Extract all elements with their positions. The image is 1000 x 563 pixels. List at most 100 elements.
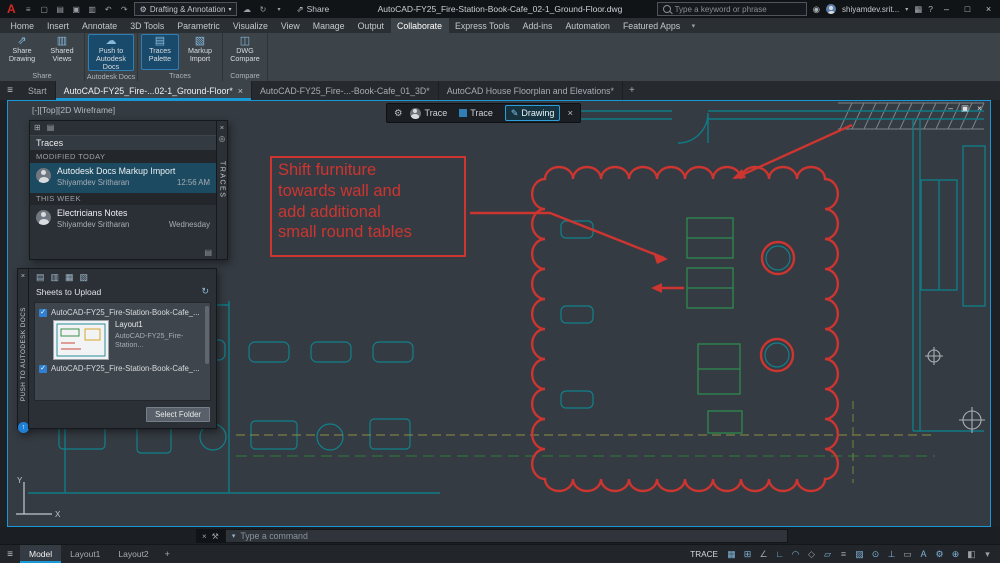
share-drawing-button[interactable]: ⇗ Share Drawing bbox=[3, 34, 41, 70]
traces-grid-view-icon[interactable]: ⊞ bbox=[34, 123, 41, 135]
tab-view[interactable]: View bbox=[274, 18, 306, 33]
dynamic-ucs-icon[interactable]: ⊥ bbox=[884, 549, 899, 560]
cloud-icon[interactable]: ☁ bbox=[240, 5, 253, 14]
help-icon[interactable]: ? bbox=[928, 4, 933, 14]
layout-thumbnail-row[interactable]: Layout1 AutoCAD-FY25_Fire-Station... bbox=[53, 320, 201, 360]
qat-caret-icon[interactable]: ▾ bbox=[272, 6, 285, 13]
tab-insert[interactable]: Insert bbox=[40, 18, 75, 33]
command-wrench-icon[interactable]: ⚒ bbox=[212, 532, 219, 541]
open-file-icon[interactable]: ▤ bbox=[54, 5, 67, 14]
redo-icon[interactable]: ↷ bbox=[118, 5, 131, 14]
snap-icon[interactable]: ⊞ bbox=[740, 549, 755, 560]
lineweight-icon[interactable]: ≡ bbox=[836, 549, 851, 559]
graphics-performance-icon[interactable]: ◧ bbox=[964, 549, 979, 560]
push-folder-icon[interactable]: ▦ bbox=[65, 272, 74, 283]
sheets-list-scrollbar[interactable] bbox=[205, 306, 209, 364]
traces-list-view-icon[interactable]: ▤ bbox=[47, 123, 55, 135]
tab-home[interactable]: Home bbox=[4, 18, 40, 33]
tab-add-ins[interactable]: Add-ins bbox=[516, 18, 559, 33]
autocad-logo-icon[interactable]: A bbox=[4, 0, 19, 18]
file-tab-cafe-3d[interactable]: AutoCAD-FY25_Fire-...-Book-Cafe_01_3D* bbox=[252, 81, 439, 100]
push-settings-icon[interactable]: ▧ bbox=[80, 272, 89, 283]
viewport-controls[interactable]: [-][Top][2D Wireframe] bbox=[32, 105, 115, 115]
transparency-icon[interactable]: ▨ bbox=[852, 549, 867, 560]
tab-layout1[interactable]: Layout1 bbox=[61, 545, 109, 563]
traces-palette-close-icon[interactable]: × bbox=[220, 123, 224, 132]
tab-parametric[interactable]: Parametric bbox=[171, 18, 227, 33]
tab-featured-apps[interactable]: Featured Apps bbox=[616, 18, 686, 33]
command-close-icon[interactable]: × bbox=[202, 532, 207, 541]
annotation-monitor-icon[interactable]: ⊕ bbox=[948, 549, 963, 560]
print-icon[interactable]: ▥ bbox=[86, 5, 99, 14]
user-caret-icon[interactable]: ▾ bbox=[905, 6, 908, 13]
tab-annotate[interactable]: Annotate bbox=[75, 18, 123, 33]
tab-express-tools[interactable]: Express Tools bbox=[449, 18, 517, 33]
maximize-button[interactable]: □ bbox=[960, 4, 975, 14]
trace-toolbar-close-icon[interactable]: × bbox=[567, 108, 573, 119]
titlebar-share-button[interactable]: ⇗ Share bbox=[296, 4, 329, 15]
selection-cycling-icon[interactable]: ⊙ bbox=[868, 549, 883, 560]
trace-list-item[interactable]: Electricians Notes Shiyamdev Sritharan W… bbox=[30, 205, 216, 235]
ortho-icon[interactable]: ∟ bbox=[772, 549, 787, 559]
tab-manage[interactable]: Manage bbox=[306, 18, 351, 33]
command-recent-caret-icon[interactable]: ▾ bbox=[232, 532, 236, 540]
customize-icon[interactable]: ▾ bbox=[980, 549, 995, 560]
infer-constraints-icon[interactable]: ∠ bbox=[756, 549, 771, 560]
push-to-autodesk-docs-button[interactable]: ☁ Push to Autodesk Docs bbox=[88, 34, 134, 71]
workspace-switcher[interactable]: ⚙ Drafting & Annotation ▾ bbox=[134, 2, 238, 16]
menu-icon[interactable]: ≡ bbox=[22, 5, 35, 14]
ribbon-options-caret-icon[interactable]: ▾ bbox=[687, 18, 701, 33]
polar-tracking-icon[interactable]: ◠ bbox=[788, 549, 803, 560]
save-file-icon[interactable]: ▣ bbox=[70, 5, 83, 14]
drawing-restore-icon[interactable]: ▣ bbox=[961, 103, 969, 114]
push-doc-icon[interactable]: ▤ bbox=[36, 272, 45, 283]
traces-palette-button[interactable]: ▤ Traces Palette bbox=[141, 34, 179, 70]
workspace-gear-icon[interactable]: ⚙ bbox=[932, 549, 947, 560]
user-name[interactable]: shiyamdev.srit... bbox=[842, 5, 899, 14]
traces-panel-corner-icon[interactable]: ▤ bbox=[204, 248, 212, 257]
undo-icon[interactable]: ↶ bbox=[102, 5, 115, 14]
drawing-canvas[interactable]: [-][Top][2D Wireframe] – ▣ × ⚙ Trace Tra… bbox=[7, 100, 991, 527]
refresh-icon[interactable]: ↻ bbox=[201, 286, 209, 297]
sheet-row[interactable]: ✓ AutoCAD-FY25_Fire-Station-Book-Cafe_..… bbox=[39, 364, 201, 373]
annotation-scale-icon[interactable]: A bbox=[916, 549, 931, 559]
file-tab-menu-icon[interactable]: ≡ bbox=[0, 81, 20, 100]
search-input[interactable]: Type a keyword or phrase bbox=[657, 2, 807, 16]
trace-list-item-selected[interactable]: Autodesk Docs Markup Import Shiyamdev Sr… bbox=[30, 163, 216, 193]
tab-automation[interactable]: Automation bbox=[559, 18, 617, 33]
user-avatar[interactable] bbox=[826, 4, 836, 14]
tab-3d-tools[interactable]: 3D Tools bbox=[124, 18, 171, 33]
minimize-button[interactable]: – bbox=[939, 4, 954, 14]
sheet-checkbox[interactable]: ✓ bbox=[39, 365, 47, 373]
trace-mode-button[interactable]: Trace bbox=[454, 106, 498, 120]
new-layout-plus-icon[interactable]: + bbox=[158, 549, 177, 559]
dynamic-input-icon[interactable]: ▭ bbox=[900, 549, 915, 560]
file-tab-start[interactable]: Start bbox=[20, 81, 56, 100]
drawing-minimize-icon[interactable]: – bbox=[948, 103, 953, 114]
sheet-row[interactable]: ✓ AutoCAD-FY25_Fire-Station-Book-Cafe_..… bbox=[39, 308, 201, 317]
tab-layout2[interactable]: Layout2 bbox=[109, 545, 157, 563]
tab-visualize[interactable]: Visualize bbox=[226, 18, 274, 33]
trace-settings-gear-icon[interactable]: ⚙ bbox=[394, 108, 403, 119]
file-tab-house-floorplan[interactable]: AutoCAD House Floorplan and Elevations* bbox=[439, 81, 623, 100]
close-button[interactable]: × bbox=[981, 4, 996, 14]
notification-bell-icon[interactable]: ◉ bbox=[813, 4, 820, 15]
file-tab-ground-floor[interactable]: AutoCAD-FY25_Fire-...02-1_Ground-Floor* … bbox=[56, 81, 252, 100]
tab-output[interactable]: Output bbox=[351, 18, 390, 33]
sheet-checkbox[interactable]: ✓ bbox=[39, 309, 47, 317]
tab-model[interactable]: Model bbox=[20, 545, 61, 563]
layout-menu-icon[interactable]: ≡ bbox=[0, 549, 20, 560]
push-upload-icon[interactable]: ▥ bbox=[51, 272, 60, 283]
isodraft-icon[interactable]: ◇ bbox=[804, 549, 819, 560]
drawing-mode-button[interactable]: ✎ Drawing bbox=[505, 105, 561, 121]
osnap-icon[interactable]: ▱ bbox=[820, 549, 835, 560]
shared-views-button[interactable]: ▥ Shared Views bbox=[43, 34, 81, 70]
command-input[interactable]: ▾ Type a command bbox=[225, 529, 788, 543]
traces-palette-pin-icon[interactable]: ◎ bbox=[219, 134, 226, 143]
new-drawing-plus-icon[interactable]: + bbox=[623, 81, 641, 100]
sync-icon[interactable]: ↻ bbox=[256, 5, 269, 14]
grid-icon[interactable]: ▦ bbox=[724, 549, 739, 560]
tab-collaborate[interactable]: Collaborate bbox=[391, 18, 449, 33]
file-tab-close-icon[interactable]: × bbox=[238, 86, 243, 96]
new-file-icon[interactable]: ▢ bbox=[38, 5, 51, 14]
